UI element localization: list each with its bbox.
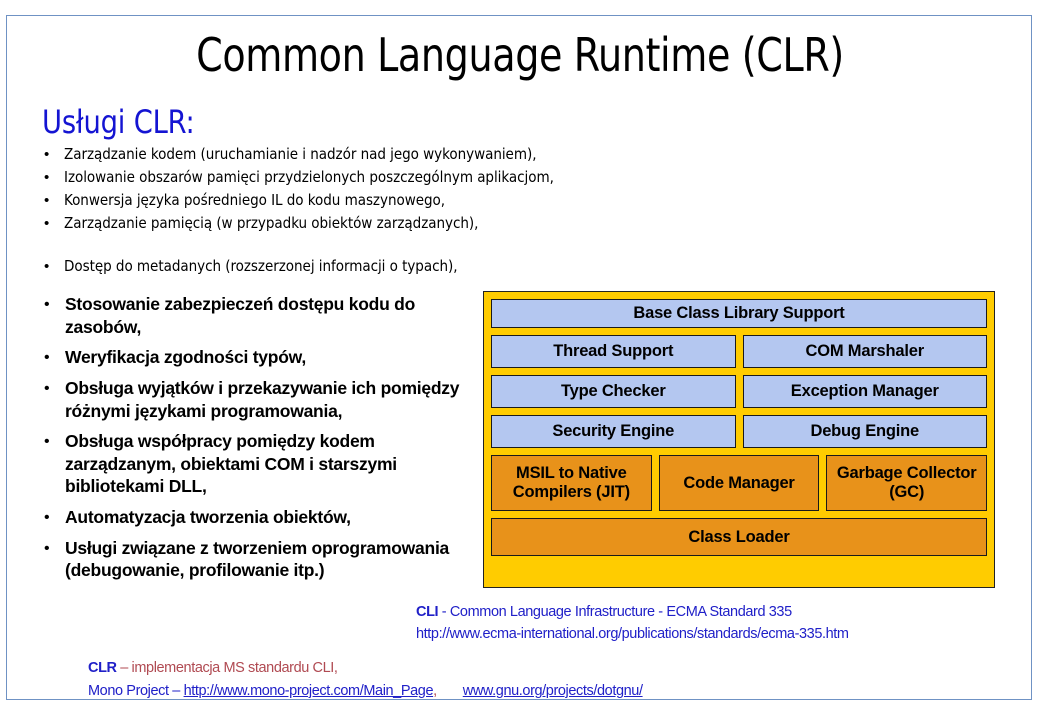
- clr-description: – implementacja MS standardu CLI,: [116, 660, 338, 676]
- list-item-label: Weryfikacja zgodności typów,: [65, 347, 306, 367]
- list-item-label: Konwersja języka pośredniego IL do kodu …: [64, 191, 445, 209]
- clr-footnote-line1: CLR – implementacja MS standardu CLI,: [88, 657, 643, 680]
- cli-footnote-line1: CLI - Common Language Infrastructure - E…: [416, 601, 849, 623]
- list-item-label: Obsługa wyjątków i przekazywanie ich pom…: [65, 378, 460, 421]
- diagram-row-thread-com: Thread Support COM Marshaler: [491, 335, 987, 368]
- clr-services-list: • Zarządzanie kodem (uruchamianie i nadz…: [40, 144, 720, 279]
- clr-services-list-bold: • Stosowanie zabezpieczeń dostępu kodu d…: [40, 293, 465, 590]
- diagram-box-code-manager: Code Manager: [658, 455, 820, 511]
- bullet-marker: •: [44, 192, 50, 209]
- bullet-marker: •: [44, 433, 50, 450]
- mono-project-link[interactable]: http://www.mono-project.com/Main_Page: [184, 683, 434, 699]
- list-item: • Automatyzacja tworzenia obiektów,: [40, 506, 465, 529]
- list-item: • Weryfikacja zgodności typów,: [40, 346, 465, 369]
- list-item: • Stosowanie zabezpieczeń dostępu kodu d…: [40, 293, 465, 338]
- list-item-label: Stosowanie zabezpieczeń dostępu kodu do …: [65, 294, 416, 337]
- bullet-marker: •: [44, 146, 50, 163]
- list-item: • Konwersja języka pośredniego IL do kod…: [40, 190, 720, 213]
- diagram-box-debug-engine: Debug Engine: [742, 415, 987, 448]
- diagram-box-type-checker: Type Checker: [491, 375, 736, 408]
- bullet-marker: •: [44, 539, 50, 557]
- cli-footnote-url: http://www.ecma-international.org/public…: [416, 626, 849, 642]
- list-item-label: Obsługa współpracy pomiędzy kodem zarząd…: [65, 431, 397, 496]
- diagram-box-security-engine: Security Engine: [491, 415, 736, 448]
- list-item: • Obsługa wyjątków i przekazywanie ich p…: [40, 377, 465, 422]
- bullet-marker: •: [44, 349, 50, 366]
- list-item: • Usługi związane z tworzeniem oprogramo…: [40, 537, 465, 582]
- bullet-marker: •: [44, 258, 50, 275]
- cli-expansion: - Common Language Infrastructure - ECMA …: [438, 604, 792, 620]
- list-item: • Dostęp do metadanych (rozszerzonej inf…: [40, 256, 720, 279]
- list-item-label: Dostęp do metadanych (rozszerzonej infor…: [64, 257, 458, 275]
- bullet-marker: •: [44, 380, 50, 397]
- diagram-box-exception-manager: Exception Manager: [742, 375, 987, 408]
- mono-project-label: Mono Project –: [88, 683, 184, 699]
- bullet-marker: •: [44, 296, 50, 313]
- diagram-box-com-marshaler: COM Marshaler: [742, 335, 987, 368]
- diagram-row-type-exception: Type Checker Exception Manager: [491, 375, 987, 408]
- list-item-label: Zarządzanie pamięcią (w przypadku obiekt…: [64, 214, 479, 232]
- list-item-label: Automatyzacja tworzenia obiektów,: [65, 506, 351, 527]
- list-item-label: Usługi związane z tworzeniem oprogramowa…: [65, 537, 450, 581]
- bullet-marker: •: [44, 169, 50, 186]
- mono-comma: ,: [433, 683, 437, 699]
- clr-architecture-diagram: Base Class Library Support Thread Suppor…: [483, 291, 995, 588]
- diagram-row-class-loader: Class Loader: [491, 518, 987, 556]
- diagram-box-thread-support: Thread Support: [491, 335, 736, 368]
- list-item: • Zarządzanie kodem (uruchamianie i nadz…: [40, 144, 720, 167]
- clr-footnote: CLR – implementacja MS standardu CLI, Mo…: [88, 657, 643, 703]
- list-item-label: Izolowanie obszarów pamięci przydzielony…: [64, 168, 554, 186]
- services-heading: Usługi CLR:: [42, 103, 195, 141]
- clr-footnote-line2: Mono Project – http://www.mono-project.c…: [88, 680, 643, 703]
- diagram-box-msil-to-native-compilers: MSIL to Native Compilers (JIT): [491, 455, 652, 511]
- bullet-marker: •: [44, 215, 50, 232]
- diagram-box-garbage-collector: Garbage Collector (GC): [826, 455, 988, 511]
- cli-footnote: CLI - Common Language Infrastructure - E…: [416, 601, 849, 645]
- list-item: • Zarządzanie pamięcią (w przypadku obie…: [40, 213, 720, 236]
- diagram-box-class-loader: Class Loader: [491, 518, 987, 556]
- diagram-row-jit-code-gc: MSIL to Native Compilers (JIT) Code Mana…: [491, 455, 988, 511]
- page-title: Common Language Runtime (CLR): [196, 28, 844, 82]
- clr-abbreviation: CLR: [88, 660, 117, 676]
- list-item: • Izolowanie obszarów pamięci przydzielo…: [40, 167, 720, 190]
- dotgnu-link[interactable]: www.gnu.org/projects/dotgnu/: [463, 683, 643, 699]
- diagram-box-base-class-library-support: Base Class Library Support: [491, 299, 987, 328]
- cli-abbreviation: CLI: [416, 604, 439, 620]
- list-item: • Obsługa współpracy pomiędzy kodem zarz…: [40, 430, 465, 498]
- diagram-row-security-debug: Security Engine Debug Engine: [491, 415, 987, 448]
- diagram-row-base-class-library: Base Class Library Support: [491, 299, 987, 328]
- list-item-label: Zarządzanie kodem (uruchamianie i nadzór…: [64, 145, 537, 163]
- bullet-marker: •: [44, 508, 50, 526]
